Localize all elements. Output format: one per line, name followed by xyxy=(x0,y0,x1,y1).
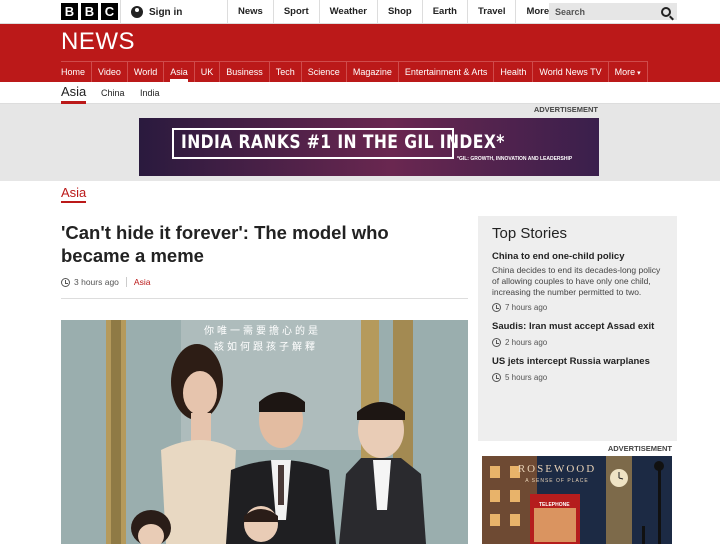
subnav-china[interactable]: China xyxy=(101,82,125,104)
article-section-link[interactable]: Asia xyxy=(134,277,151,287)
story-time: 2 hours ago xyxy=(505,338,548,347)
global-header: B B C Sign in News Sport Weather Shop Ea… xyxy=(0,0,720,24)
news-nav-tech[interactable]: Tech xyxy=(270,62,302,82)
clock-icon xyxy=(492,338,501,347)
clock-icon xyxy=(492,373,501,382)
news-nav: Home Video World Asia UK Business Tech S… xyxy=(61,61,648,82)
article-meta: 3 hours ago Asia xyxy=(61,277,150,287)
story-title[interactable]: Saudis: Iran must accept Assad exit xyxy=(492,321,663,333)
side-advert[interactable]: ROSEWOOD A SENSE OF PLACE TELEPHONE xyxy=(482,456,672,544)
sub-nav: Asia China India xyxy=(0,82,720,104)
news-nav-more[interactable]: More xyxy=(609,62,648,82)
story-time: 5 hours ago xyxy=(505,373,548,382)
photo-overlay-line: 該如何跟孩子解釋 xyxy=(214,340,318,353)
story-title[interactable]: China to end one-child policy xyxy=(492,251,663,263)
story-time: 7 hours ago xyxy=(505,303,548,312)
news-nav-world-news-tv[interactable]: World News TV xyxy=(533,62,609,82)
global-nav-sport[interactable]: Sport xyxy=(272,0,319,24)
news-nav-science[interactable]: Science xyxy=(302,62,347,82)
subnav-asia[interactable]: Asia xyxy=(61,82,87,104)
bbc-logo-letter: C xyxy=(101,3,118,20)
family-portrait-image: 你唯一需要擔心的是 該如何跟孩子解釋 xyxy=(61,320,468,544)
side-advert-label: ADVERTISEMENT xyxy=(607,444,672,453)
clock-icon xyxy=(492,303,501,312)
bbc-logo-letter: B xyxy=(61,3,78,20)
global-nav-earth[interactable]: Earth xyxy=(421,0,467,24)
advert-label: ADVERTISEMENT xyxy=(533,105,598,114)
news-nav-asia[interactable]: Asia xyxy=(164,62,195,82)
story-summary: China decides to end its decades-long po… xyxy=(492,265,661,297)
meta-divider xyxy=(125,277,127,287)
signin-link[interactable]: Sign in xyxy=(120,0,182,24)
story-item[interactable]: US jets intercept Russia warplanes 5 hou… xyxy=(492,356,663,382)
news-nav-magazine[interactable]: Magazine xyxy=(347,62,399,82)
photo-overlay-line: 你唯一需要擔心的是 xyxy=(204,324,321,337)
news-nav-entertainment[interactable]: Entertainment & Arts xyxy=(399,62,495,82)
global-nav-travel[interactable]: Travel xyxy=(467,0,515,24)
signin-label: Sign in xyxy=(149,6,183,18)
bbc-logo[interactable]: B B C xyxy=(61,3,118,20)
search-placeholder: Search xyxy=(555,6,586,17)
story-meta: 5 hours ago xyxy=(492,373,663,382)
news-nav-health[interactable]: Health xyxy=(494,62,534,82)
telephone-sign: TELEPHONE xyxy=(539,502,570,508)
story-item[interactable]: Saudis: Iran must accept Assad exit 2 ho… xyxy=(492,321,663,347)
global-nav-shop[interactable]: Shop xyxy=(376,0,422,24)
news-nav-uk[interactable]: UK xyxy=(195,62,221,82)
subnav-india[interactable]: India xyxy=(140,82,160,104)
story-title[interactable]: US jets intercept Russia warplanes xyxy=(492,356,663,368)
clock-icon xyxy=(61,277,70,287)
article-headline: 'Can't hide it forever': The model who b… xyxy=(61,222,389,266)
story-meta: 2 hours ago xyxy=(492,338,663,347)
news-header: NEWS Home Video World Asia UK Business T… xyxy=(0,24,720,82)
article-time: 3 hours ago xyxy=(74,277,119,287)
news-nav-world[interactable]: World xyxy=(128,62,165,82)
global-nav-news[interactable]: News xyxy=(227,0,273,24)
global-nav-weather[interactable]: Weather xyxy=(318,0,377,24)
user-icon xyxy=(131,6,143,18)
top-stories-panel: Top Stories China to end one-child polic… xyxy=(478,216,677,441)
section-tag[interactable]: Asia xyxy=(61,185,87,203)
advert-headline: INDIA RANKS #1 IN THE GIL INDEX* xyxy=(181,131,505,153)
side-advert-tagline: A SENSE OF PLACE xyxy=(525,478,589,484)
global-nav: News Sport Weather Shop Earth Travel Mor… xyxy=(227,0,565,24)
article-photo: 你唯一需要擔心的是 該如何跟孩子解釋 xyxy=(61,320,468,544)
story-item[interactable]: China to end one-child policy China deci… xyxy=(492,251,663,312)
news-nav-business[interactable]: Business xyxy=(220,62,270,82)
news-logo[interactable]: NEWS xyxy=(61,28,135,56)
divider xyxy=(61,298,468,299)
side-advert-brand: ROSEWOOD xyxy=(517,463,597,475)
story-meta: 7 hours ago xyxy=(492,303,663,312)
news-nav-home[interactable]: Home xyxy=(61,62,93,82)
top-stories-title: Top Stories xyxy=(492,225,568,242)
bbc-logo-letter: B xyxy=(81,3,98,20)
search-input[interactable]: Search xyxy=(549,3,677,20)
search-icon[interactable] xyxy=(661,6,671,17)
news-nav-video[interactable]: Video xyxy=(92,62,128,82)
advert-subtext: *GIL: GROWTH, INNOVATION AND LEADERSHIP xyxy=(457,156,573,162)
advert-banner[interactable]: INDIA RANKS #1 IN THE GIL INDEX* *GIL: G… xyxy=(139,118,599,176)
